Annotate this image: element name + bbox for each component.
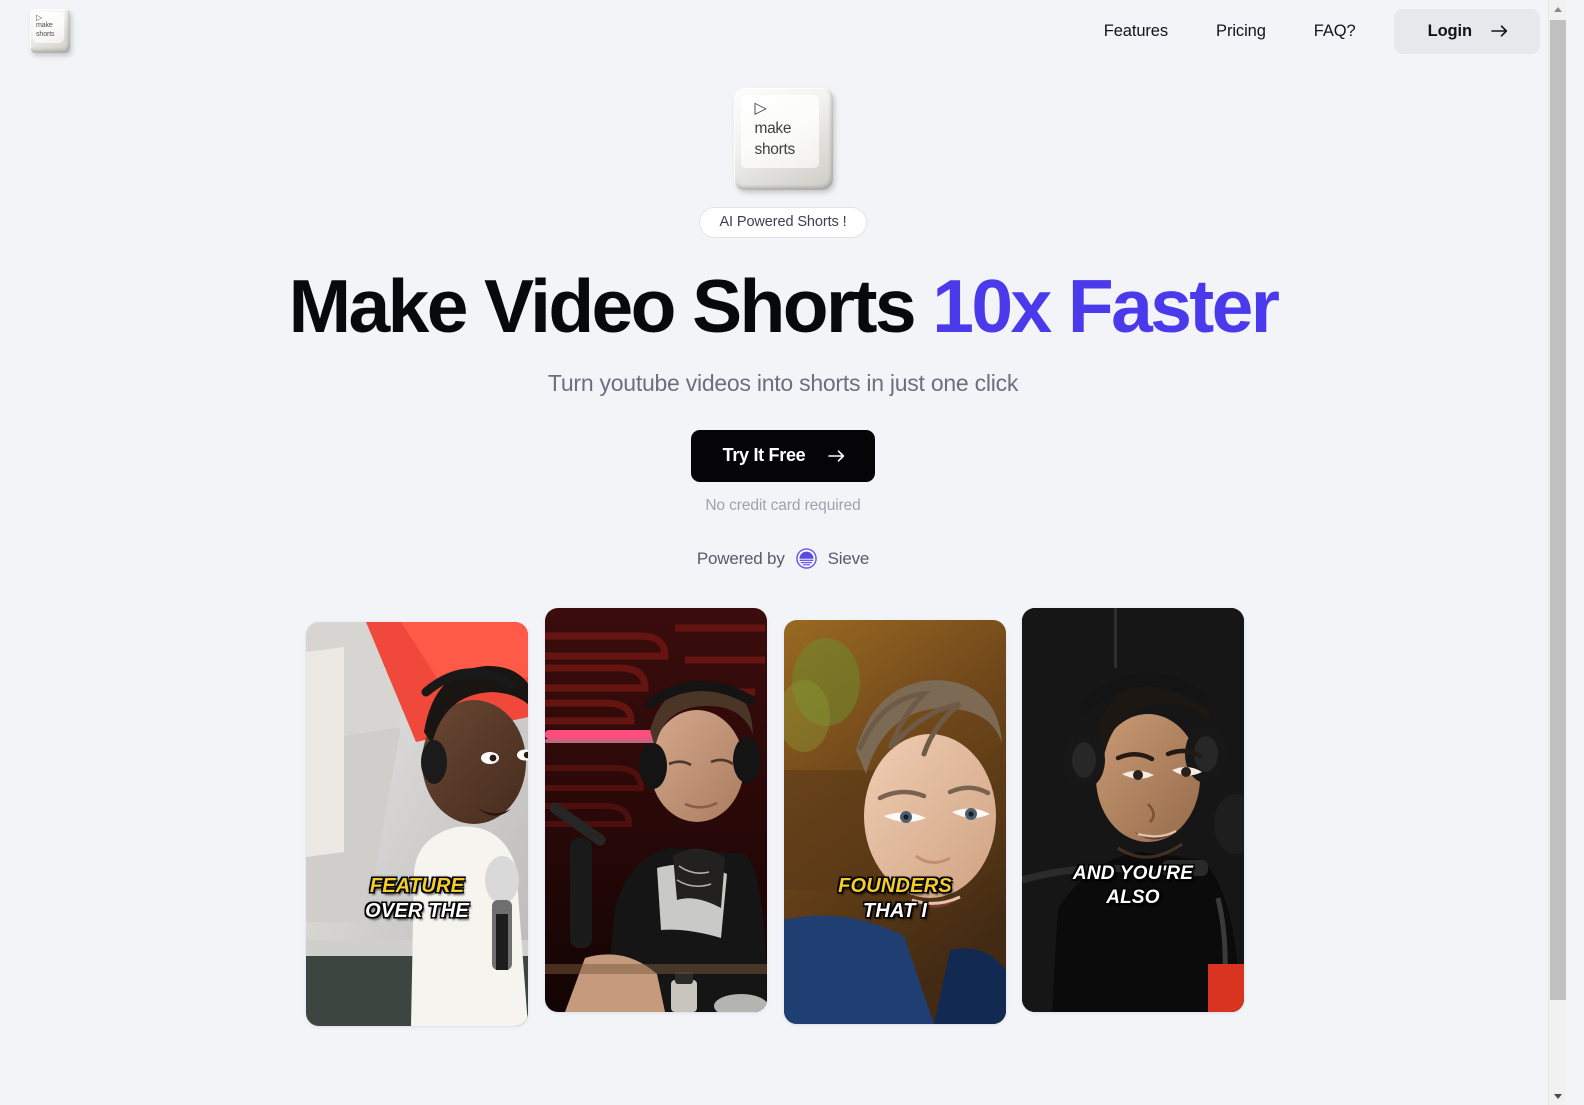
scrollbar-thumb[interactable]: [1550, 20, 1566, 1000]
caption-line-2: ALSO: [1106, 887, 1160, 908]
arrow-right-icon: [828, 449, 845, 462]
page-scrollbar[interactable]: [1548, 0, 1566, 1105]
brand-logo-line2: shorts: [36, 30, 55, 38]
keycap-shape: ▷ make shorts: [733, 88, 833, 190]
no-credit-card-note: No credit card required: [705, 497, 861, 514]
short-card-4[interactable]: AND YOU'RE ALSO: [1022, 608, 1244, 1012]
short-card-2[interactable]: [545, 608, 767, 1012]
headline-main: Make Video Shorts: [288, 264, 933, 348]
hero-logo-line1: make: [754, 120, 792, 137]
hero-logo-line2: shorts: [754, 141, 796, 158]
shorts-preview-gallery: FEATURE OVER THE FOUNDERS THAT I AND YOU…: [0, 607, 1566, 1027]
short-card-1[interactable]: FEATURE OVER THE: [306, 622, 528, 1026]
short-caption: AND YOU'RE ALSO: [1022, 862, 1244, 910]
short-thumbnail: [545, 608, 767, 1012]
hero-section: ▷ make shorts AI Powered Shorts ! Make V…: [0, 0, 1566, 569]
triangle-up-icon: [1554, 6, 1562, 12]
landing-page: ▷ make shorts Features Pricing FAQ? Logi…: [0, 0, 1566, 1105]
caption-line-2: THAT I: [862, 900, 928, 922]
play-triangle-icon: ▷: [36, 13, 43, 22]
caption-line-1: FEATURE: [369, 875, 465, 897]
scrollbar-up-button[interactable]: [1549, 0, 1567, 18]
short-thumbnail: [1022, 608, 1244, 1012]
cta-label: Try It Free: [722, 445, 806, 465]
short-caption: FEATURE OVER THE: [306, 874, 528, 924]
caption-line-1: FOUNDERS: [838, 875, 952, 897]
triangle-down-icon: [1554, 1093, 1562, 1099]
hero-subheadline: Turn youtube videos into shorts in just …: [547, 370, 1019, 396]
brand-logo-line1: make: [36, 22, 53, 29]
short-thumbnail: [784, 620, 1006, 1024]
powered-by-brand: Sieve: [827, 548, 870, 568]
caption-line-1: AND YOU'RE: [1072, 863, 1194, 884]
play-triangle-icon: ▷: [754, 100, 767, 117]
scrollbar-down-button[interactable]: [1549, 1087, 1567, 1105]
short-caption: FOUNDERS THAT I: [784, 874, 1006, 924]
short-card-3[interactable]: FOUNDERS THAT I: [784, 620, 1006, 1024]
short-thumbnail: [306, 622, 528, 1026]
ai-powered-badge: AI Powered Shorts !: [699, 207, 867, 238]
caption-line-2: OVER THE: [365, 900, 469, 922]
page-title: Make Video Shorts 10x Faster: [0, 264, 1566, 348]
headline-accent: 10x Faster: [932, 264, 1280, 348]
powered-by-row: Powered by Sieve: [0, 548, 1566, 569]
sieve-logo-icon: [795, 548, 817, 569]
hero-keycap-logo: ▷ make shorts: [733, 88, 833, 190]
powered-by-label: Powered by: [696, 548, 785, 568]
try-it-free-button[interactable]: Try It Free: [690, 430, 876, 482]
